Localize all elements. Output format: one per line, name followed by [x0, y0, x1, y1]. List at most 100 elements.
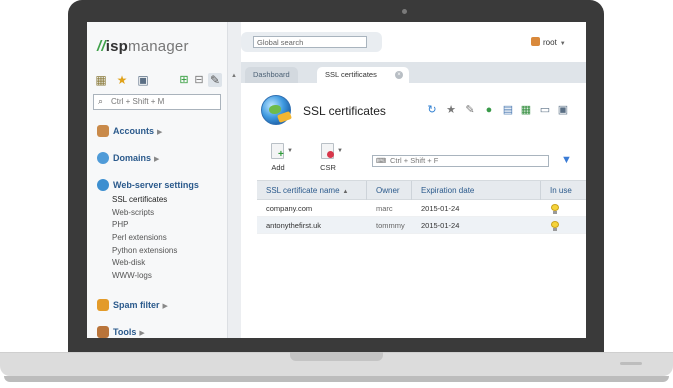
bulb-glass — [551, 204, 559, 211]
table-filter-input[interactable]: ⌨ Ctrl + Shift + F — [372, 155, 549, 167]
star-icon[interactable]: ★ — [445, 104, 457, 116]
submenu-php[interactable]: PHP — [112, 219, 227, 232]
tab-label: Dashboard — [253, 70, 290, 79]
grid-icon[interactable]: ▦ — [94, 73, 108, 87]
menu-head-accounts[interactable]: Accounts ▶ — [97, 124, 227, 138]
tab-ssl-certificates[interactable]: SSL certificates × — [317, 67, 409, 83]
sidebar-collapse-handle[interactable]: ▲ — [227, 22, 241, 338]
collapse-arrow-icon: ▲ — [231, 73, 237, 79]
csr-button-label: CSR — [320, 163, 336, 172]
global-search-placeholder: Global search — [257, 38, 304, 47]
globe-land — [269, 105, 281, 114]
app-logo[interactable]: //ispmanager — [97, 38, 189, 55]
sidebar-toolbar: ▦ ★ ▣ ⊞ ⊟ ✎ — [94, 73, 222, 89]
chevron-down-icon: ▼ — [337, 148, 343, 154]
app-screen: //ispmanager ▦ ★ ▣ ⊞ ⊟ ✎ ⌕ Ctrl + Shift … — [87, 22, 586, 338]
bulb-glass — [551, 221, 559, 228]
pin-icon[interactable]: ✎ — [208, 73, 222, 87]
ssl-globe-icon — [261, 95, 292, 125]
ssl-certificates-table: SSL certificate name ▲ Owner Expiration d… — [257, 180, 586, 234]
cell-expiration: 2015-01-24 — [421, 221, 460, 230]
submenu-perl-extensions[interactable]: Perl extensions — [112, 232, 227, 245]
submenu-ssl-certificates[interactable]: SSL certificates — [112, 194, 227, 207]
menu-head-web-server[interactable]: Web-server settings — [97, 178, 227, 192]
sidebar-search-input[interactable]: ⌕ Ctrl + Shift + M — [93, 94, 221, 110]
filter-icon[interactable]: ▼ — [561, 154, 572, 166]
globe-icon[interactable]: ● — [483, 104, 495, 116]
sidebar: //ispmanager ▦ ★ ▣ ⊞ ⊟ ✎ ⌕ Ctrl + Shift … — [87, 22, 227, 338]
certificate-ribbon — [277, 111, 292, 123]
logo-mark: // — [97, 38, 106, 55]
menu-accounts[interactable]: Accounts ▶ — [97, 124, 227, 138]
logo-manager: manager — [128, 38, 189, 55]
close-icon[interactable]: × — [395, 71, 403, 79]
tab-label: SSL certificates — [325, 70, 377, 79]
main-content: SSL certificates ↻ ★ ✎ ● ▤ ▦ ▭ ▣ + ▼ Add — [241, 83, 586, 338]
column-expiration-date[interactable]: Expiration date — [412, 181, 541, 200]
print-icon[interactable]: ▭ — [539, 104, 551, 116]
submenu-web-disk[interactable]: Web-disk — [112, 257, 227, 270]
table-row[interactable]: company.com marc 2015-01-24 — [257, 200, 586, 217]
tab-dashboard[interactable]: Dashboard — [245, 67, 298, 83]
sort-asc-icon: ▲ — [342, 189, 349, 195]
column-ssl-name[interactable]: SSL certificate name ▲ — [257, 181, 367, 200]
laptop-mockup: //ispmanager ▦ ★ ▣ ⊞ ⊟ ✎ ⌕ Ctrl + Shift … — [0, 0, 673, 388]
submenu-www-logs[interactable]: WWW-logs — [112, 270, 227, 283]
menu-head-domains[interactable]: Domains ▶ — [97, 151, 227, 165]
user-menu[interactable]: root ▼ — [531, 37, 566, 47]
global-search-input[interactable]: Global search — [253, 36, 367, 48]
add-button[interactable]: + ▼ Add — [265, 141, 293, 173]
copy-icon[interactable]: ▤ — [502, 104, 514, 116]
in-use-bulb-icon — [551, 221, 559, 231]
menu-domains[interactable]: Domains ▶ — [97, 151, 227, 165]
table-header: SSL certificate name ▲ Owner Expiration d… — [257, 180, 586, 200]
column-label: Expiration date — [421, 186, 475, 195]
menu-head-tools[interactable]: Tools ▶ — [97, 325, 227, 338]
refresh-icon[interactable]: ↻ — [426, 104, 438, 116]
star-icon[interactable]: ★ — [115, 73, 129, 87]
column-in-use[interactable]: In use — [541, 181, 586, 200]
chevron-right-icon: ▶ — [139, 330, 145, 337]
column-label: SSL certificate name — [266, 186, 340, 195]
bulb-base — [553, 228, 557, 231]
user-avatar-icon — [531, 37, 540, 46]
cell-expiration: 2015-01-24 — [421, 204, 460, 213]
menu-spam-filter[interactable]: Spam filter ▶ — [97, 298, 227, 312]
laptop-notch — [290, 352, 383, 361]
table-row[interactable]: antonythefirst.uk tommmy 2015-01-24 — [257, 217, 586, 234]
collapse-icon[interactable]: ⊟ — [192, 73, 206, 87]
chevron-right-icon: ▶ — [154, 156, 160, 163]
menu-tools[interactable]: Tools ▶ — [97, 325, 227, 338]
sidebar-search-placeholder: Ctrl + Shift + M — [111, 97, 165, 106]
submenu-web-scripts[interactable]: Web-scripts — [112, 207, 227, 220]
laptop-led — [620, 362, 642, 365]
global-search: Global search — [241, 32, 382, 52]
column-label: In use — [550, 186, 572, 195]
table-filter-placeholder: Ctrl + Shift + F — [390, 156, 439, 165]
search-icon: ⌕ — [98, 96, 104, 106]
cell-owner: tommmy — [376, 221, 405, 230]
submenu-python-extensions[interactable]: Python extensions — [112, 245, 227, 258]
plus-icon: + — [278, 149, 284, 160]
csr-button[interactable]: ▼ CSR — [315, 141, 343, 173]
excel-icon[interactable]: ▦ — [520, 104, 532, 116]
expand-icon[interactable]: ⊞ — [177, 73, 191, 87]
spam-filter-icon — [97, 299, 109, 311]
settings-icon[interactable]: ▣ — [557, 104, 569, 116]
chevron-down-icon: ▼ — [287, 148, 293, 154]
briefcase-icon[interactable]: ▣ — [136, 73, 150, 87]
page-title: SSL certificates — [303, 104, 386, 118]
logo-isp: isp — [105, 38, 129, 55]
cell-name: antonythefirst.uk — [266, 221, 322, 230]
cell-owner: marc — [376, 204, 393, 213]
menu-web-server-settings[interactable]: Web-server settings SSL certificates Web… — [97, 178, 227, 283]
menu-label-tools: Tools — [113, 327, 137, 337]
tab-bar: Dashboard SSL certificates × — [241, 62, 586, 83]
menu-head-spam-filter[interactable]: Spam filter ▶ — [97, 298, 227, 312]
top-bar: Global search root ▼ — [241, 22, 586, 62]
column-label: Owner — [376, 186, 400, 195]
menu-label-web-server: Web-server settings — [113, 180, 199, 190]
pin-icon[interactable]: ✎ — [464, 104, 476, 116]
column-owner[interactable]: Owner — [367, 181, 412, 200]
chevron-right-icon: ▶ — [157, 129, 163, 136]
